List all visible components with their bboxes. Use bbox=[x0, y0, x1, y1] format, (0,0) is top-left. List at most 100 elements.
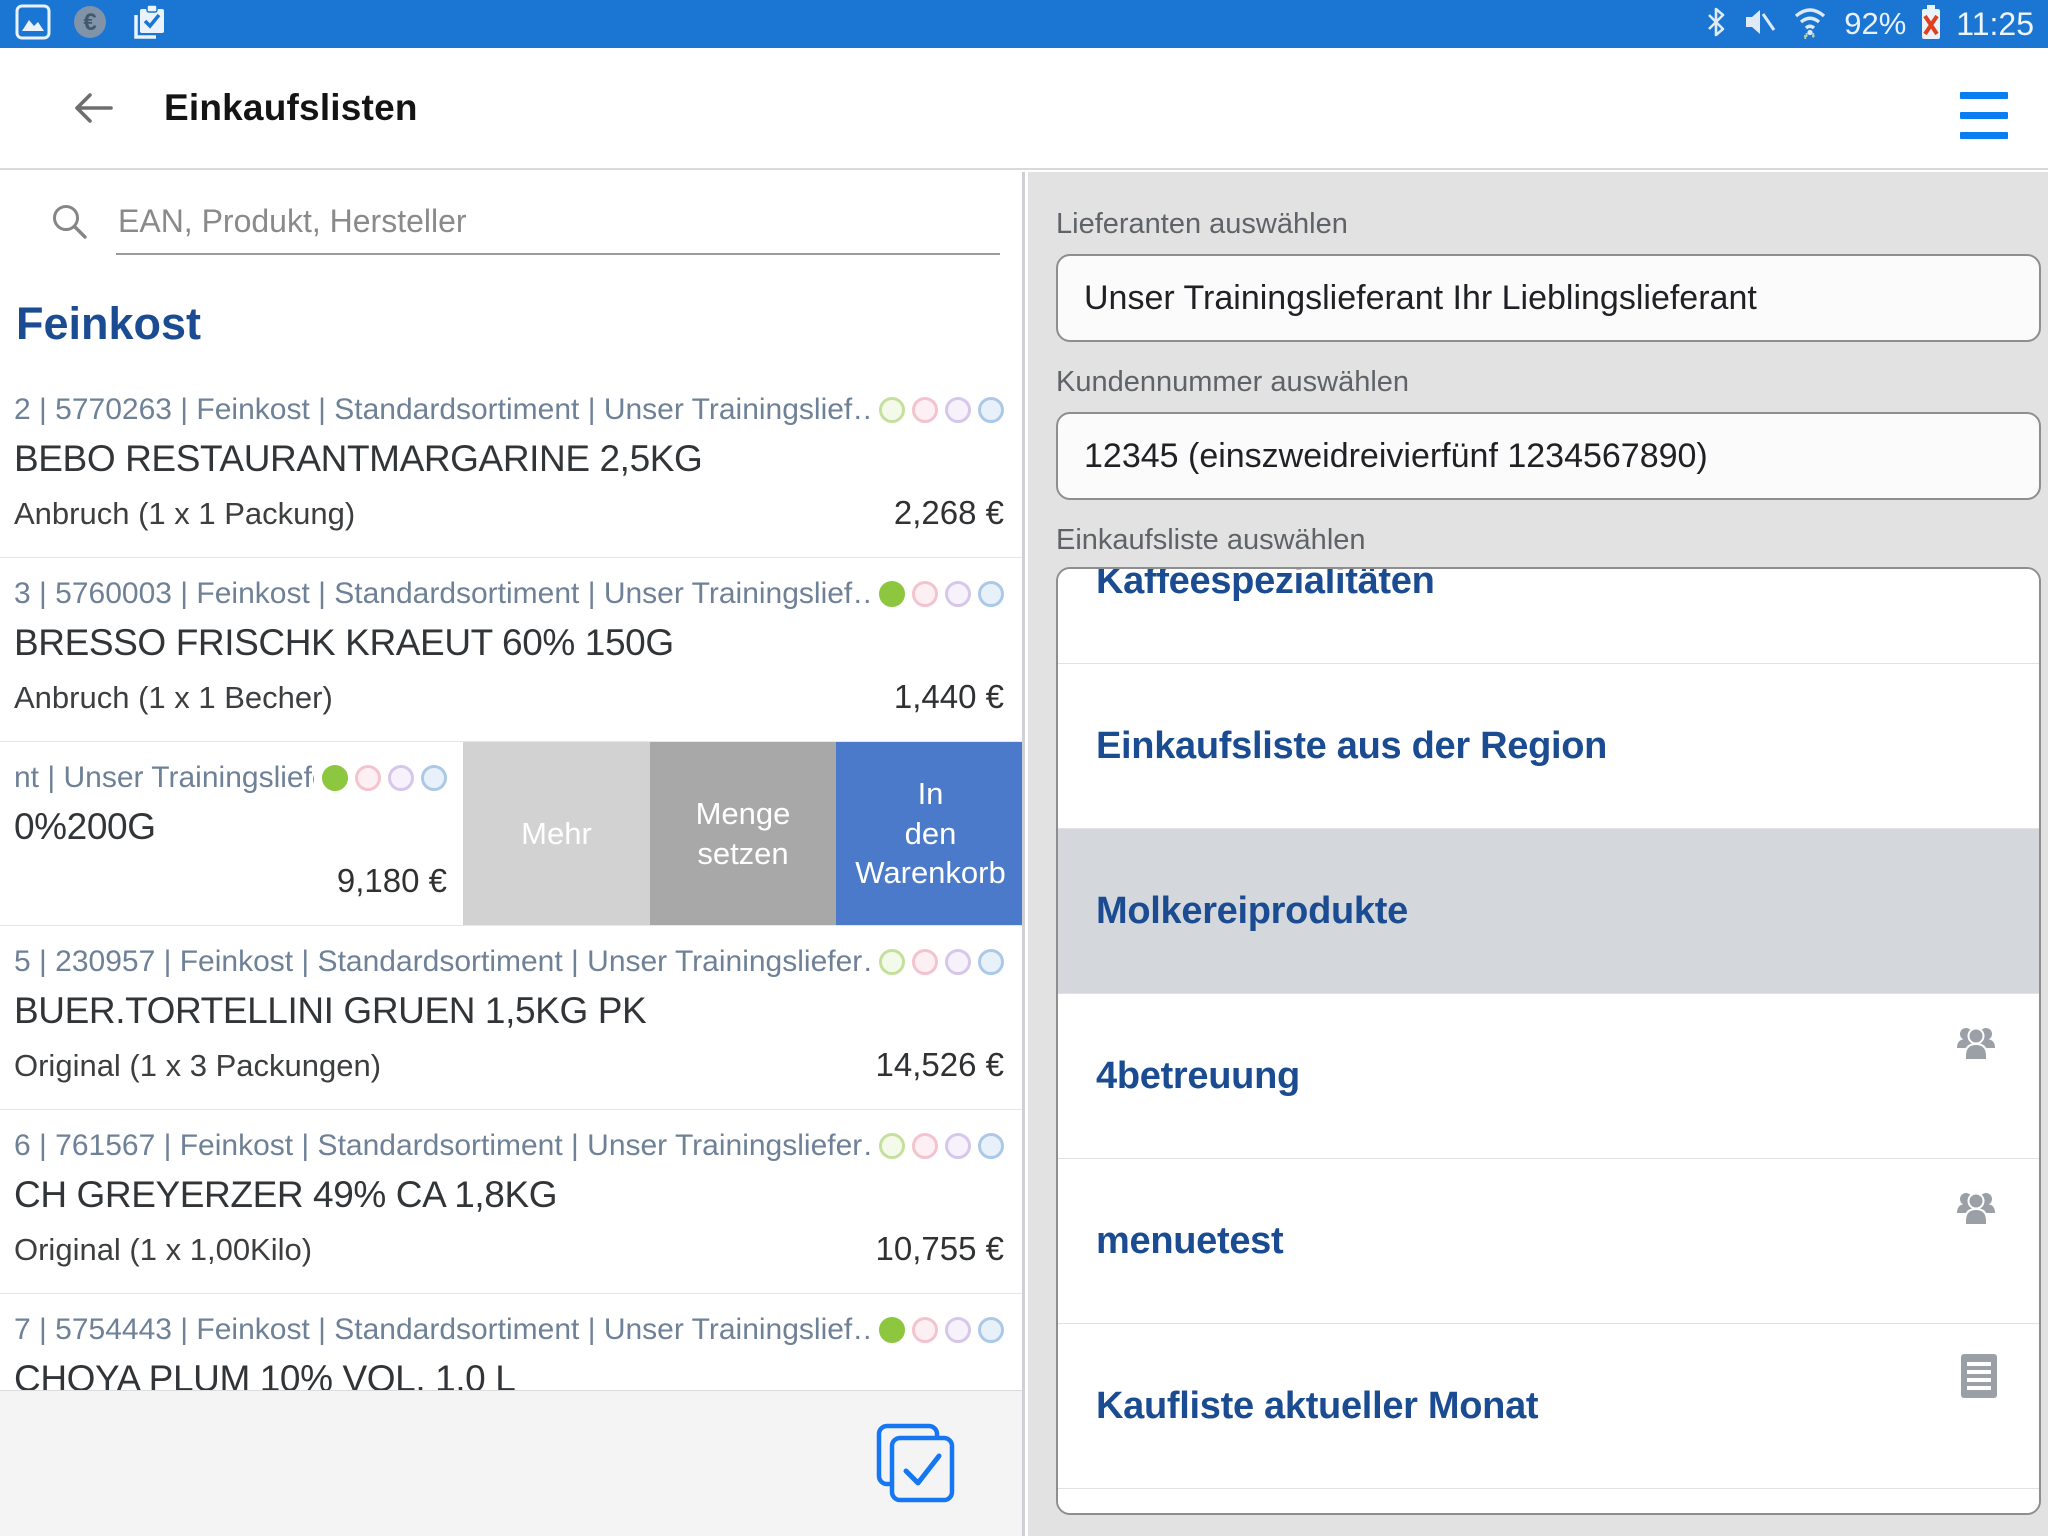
pink-status-dot bbox=[912, 949, 938, 975]
swipe-action-menge-setzen[interactable]: Mengesetzen bbox=[650, 742, 836, 925]
product-row-main: nt | Unser Trainingsliefer…0%200G9,180 € bbox=[0, 742, 463, 925]
product-unit: Anbruch (1 x 1 Packung) bbox=[14, 496, 882, 532]
swipe-action-in-den-warenkorb[interactable]: IndenWarenkorb bbox=[836, 742, 1025, 925]
product-meta: 6 | 761567 | Feinkost | Standardsortimen… bbox=[14, 1129, 871, 1163]
shopping-list-name: 4betreuung bbox=[1096, 1055, 1300, 1098]
back-button[interactable] bbox=[62, 78, 122, 138]
product-list: 2 | 5770263 | Feinkost | Standardsortime… bbox=[0, 374, 1022, 1478]
shopping-list-name: Molkereiprodukte bbox=[1096, 890, 1408, 933]
product-row[interactable]: nt | Unser Trainingsliefer…0%200G9,180 €… bbox=[0, 742, 1022, 926]
product-unit: Original (1 x 3 Packungen) bbox=[14, 1048, 864, 1084]
purple-status-dot bbox=[945, 1317, 971, 1343]
blue-status-dot bbox=[978, 581, 1004, 607]
selection-panel: Lieferanten auswählen Unser Trainingslie… bbox=[1028, 172, 2048, 1536]
category-header: Feinkost bbox=[0, 272, 1022, 374]
clipboard-check-icon bbox=[128, 1, 170, 48]
shopping-list-item-kaffeespezialitäten[interactable]: Kaffeespezialitäten bbox=[1058, 567, 2039, 664]
product-row[interactable]: 5 | 230957 | Feinkost | Standardsortimen… bbox=[0, 926, 1022, 1110]
blue-status-dot bbox=[978, 949, 1004, 975]
hamburger-menu-button[interactable] bbox=[1960, 92, 2008, 139]
green-status-dot bbox=[879, 397, 905, 423]
status-notification-icons: € bbox=[14, 1, 170, 48]
blue-status-dot bbox=[978, 1133, 1004, 1159]
bluetooth-icon bbox=[1704, 5, 1728, 44]
product-name: BEBO RESTAURANTMARGARINE 2,5KG bbox=[14, 438, 1004, 480]
shopping-list-item-4betreuung[interactable]: 4betreuung bbox=[1058, 994, 2039, 1159]
shopping-list-name: Kaufliste aktueller Monat bbox=[1096, 1385, 1538, 1428]
pink-status-dot bbox=[912, 1317, 938, 1343]
shopping-list-item-menuetest[interactable]: menuetest bbox=[1058, 1159, 2039, 1324]
supplier-value: Unser Trainingslieferant Ihr Lieblingsli… bbox=[1084, 279, 1757, 318]
swipe-actions: MehrMengesetzenIndenWarenkorb bbox=[463, 742, 1025, 925]
product-row-main: 3 | 5760003 | Feinkost | Standardsortime… bbox=[0, 558, 1022, 741]
search-input[interactable] bbox=[116, 189, 1000, 255]
back-arrow-icon bbox=[69, 88, 115, 128]
shopping-list-item-kaufliste-aktueller-monat[interactable]: Kaufliste aktueller Monat bbox=[1058, 1324, 2039, 1489]
product-price: 2,268 € bbox=[894, 494, 1004, 532]
product-price: 9,180 € bbox=[337, 862, 447, 900]
purple-status-dot bbox=[388, 765, 414, 791]
availability-dots bbox=[879, 1317, 1004, 1343]
product-name: BUER.TORTELLINI GRUEN 1,5KG PK bbox=[14, 990, 1004, 1032]
product-row-main: 5 | 230957 | Feinkost | Standardsortimen… bbox=[0, 926, 1022, 1109]
pink-status-dot bbox=[355, 765, 381, 791]
green-status-dot bbox=[879, 949, 905, 975]
shopping-list-item-einkaufsliste-aus-der-region[interactable]: Einkaufsliste aus der Region bbox=[1058, 664, 2039, 829]
status-bar: € bbox=[0, 0, 2048, 48]
product-meta: 3 | 5760003 | Feinkost | Standardsortime… bbox=[14, 577, 871, 611]
product-meta: 2 | 5770263 | Feinkost | Standardsortime… bbox=[14, 393, 871, 427]
supplier-label: Lieferanten auswählen bbox=[1056, 208, 2048, 241]
battery-percent: 92% bbox=[1844, 6, 1906, 42]
customer-number-label: Kundennummer auswählen bbox=[1056, 366, 2048, 399]
product-price: 14,526 € bbox=[876, 1046, 1004, 1084]
product-row[interactable]: 2 | 5770263 | Feinkost | Standardsortime… bbox=[0, 374, 1022, 558]
supplier-select[interactable]: Unser Trainingslieferant Ihr Lieblingsli… bbox=[1056, 254, 2041, 342]
group-icon bbox=[1953, 1187, 1999, 1232]
green-status-dot bbox=[879, 581, 905, 607]
product-row-main: 6 | 761567 | Feinkost | Standardsortimen… bbox=[0, 1110, 1022, 1293]
pink-status-dot bbox=[912, 1133, 938, 1159]
euro-badge-icon: € bbox=[72, 4, 108, 45]
shopping-list-label: Einkaufsliste auswählen bbox=[1056, 524, 2048, 557]
product-row[interactable]: 3 | 5760003 | Feinkost | Standardsortime… bbox=[0, 558, 1022, 742]
availability-dots bbox=[879, 397, 1004, 423]
document-icon bbox=[1955, 1513, 1995, 1515]
photo-icon bbox=[14, 3, 52, 46]
product-panel: Feinkost 2 | 5770263 | Feinkost | Standa… bbox=[0, 172, 1025, 1536]
green-status-dot bbox=[322, 765, 348, 791]
status-system-icons: 92% 11:25 bbox=[1704, 3, 2034, 46]
multi-select-button[interactable] bbox=[876, 1423, 956, 1503]
shopping-list-item-molkereiprodukte[interactable]: Molkereiprodukte bbox=[1058, 829, 2039, 994]
green-status-dot bbox=[879, 1317, 905, 1343]
search-bar bbox=[0, 172, 1022, 272]
svg-text:€: € bbox=[83, 9, 96, 36]
product-unit: Original (1 x 1,00Kilo) bbox=[14, 1232, 864, 1268]
app-bar: Einkaufslisten bbox=[0, 48, 2048, 170]
product-meta: 5 | 230957 | Feinkost | Standardsortimen… bbox=[14, 945, 871, 979]
blue-status-dot bbox=[978, 397, 1004, 423]
customer-number-select[interactable]: 12345 (einszweidreivierfünf 1234567890) bbox=[1056, 412, 2041, 500]
purple-status-dot bbox=[945, 1133, 971, 1159]
wifi-icon bbox=[1790, 3, 1830, 46]
battery-x-icon bbox=[1920, 4, 1942, 45]
hamburger-bar bbox=[1960, 92, 2008, 99]
multi-select-check-icon bbox=[876, 1423, 956, 1503]
document-icon bbox=[1959, 1352, 1999, 1405]
swipe-action-mehr[interactable]: Mehr bbox=[463, 742, 650, 925]
product-name: CH GREYERZER 49% CA 1,8KG bbox=[14, 1174, 1004, 1216]
product-name: 0%200G bbox=[14, 806, 447, 848]
product-unit: Anbruch (1 x 1 Becher) bbox=[14, 680, 882, 716]
shopping-list-name: Einkaufsliste aus der Region bbox=[1096, 725, 1607, 768]
shopping-list-name: Kaffeespezialitäten bbox=[1096, 567, 1435, 603]
product-name: BRESSO FRISCHK KRAEUT 60% 150G bbox=[14, 622, 1004, 664]
bottom-action-bar bbox=[0, 1390, 1022, 1536]
availability-dots bbox=[879, 1133, 1004, 1159]
volume-muted-icon bbox=[1742, 5, 1776, 44]
product-row[interactable]: 6 | 761567 | Feinkost | Standardsortimen… bbox=[0, 1110, 1022, 1294]
availability-dots bbox=[879, 581, 1004, 607]
product-price: 10,755 € bbox=[876, 1230, 1004, 1268]
blue-status-dot bbox=[978, 1317, 1004, 1343]
purple-status-dot bbox=[945, 581, 971, 607]
shopping-list-item-partial[interactable] bbox=[1058, 1489, 2039, 1515]
clock: 11:25 bbox=[1956, 6, 2034, 43]
